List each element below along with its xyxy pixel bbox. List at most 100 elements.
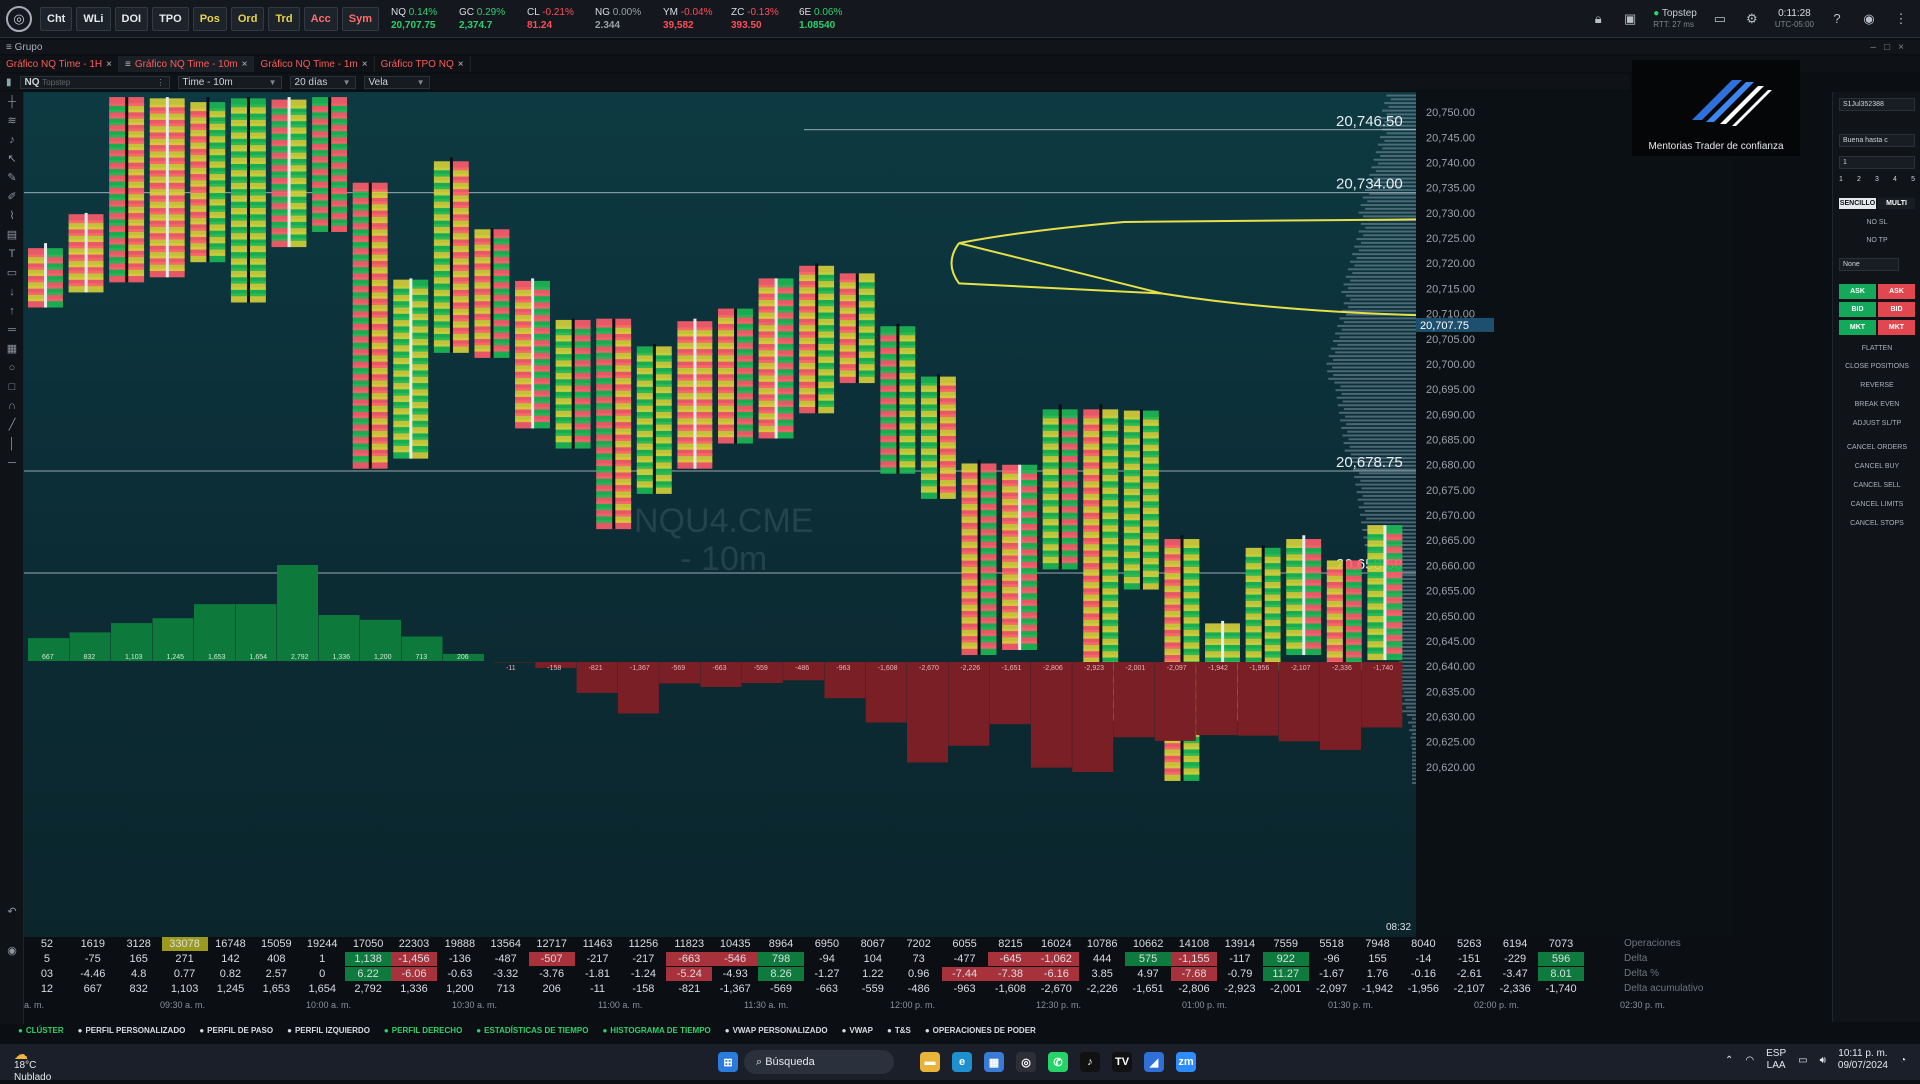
chat-icon[interactable]: ▭	[1711, 10, 1729, 28]
tab-2[interactable]: Gráfico NQ Time - 1m×	[254, 56, 374, 72]
panel-action-break-even[interactable]: BREAK EVEN	[1839, 398, 1915, 411]
candle[interactable]	[1164, 535, 1199, 781]
undo-tool-icon[interactable]: ↶	[0, 902, 24, 921]
indicator-toggle[interactable]: ●T&S	[887, 1026, 911, 1035]
rect-tool-icon[interactable]: □	[0, 377, 24, 396]
ticker-6e[interactable]: 6E 0.06%1.08540	[799, 6, 859, 32]
close-icon[interactable]: ×	[362, 59, 368, 70]
candle[interactable]	[69, 213, 104, 293]
candle[interactable]	[962, 460, 997, 655]
weather-widget[interactable]: ☁ 18°C Nublado	[14, 1048, 51, 1084]
store-icon[interactable]: ▦	[984, 1052, 1004, 1072]
notification-icon[interactable]: ◔	[1900, 1055, 1906, 1066]
candle[interactable]	[109, 97, 144, 282]
buy-bid-button[interactable]: BID	[1839, 302, 1876, 317]
taskbar-search[interactable]: ⌕ Búsqueda	[744, 1050, 894, 1074]
candle[interactable]	[515, 278, 550, 428]
sell-ask-button[interactable]: ASK	[1878, 284, 1915, 299]
toolbar-button-acc[interactable]: Acc	[304, 7, 338, 31]
group-menu-icon[interactable]: ≡	[6, 42, 15, 53]
close-icon[interactable]: ×	[242, 59, 248, 70]
symbol-select[interactable]: NQ Topstep ⋮	[20, 76, 170, 89]
quantity-preset[interactable]: 1	[1839, 176, 1843, 183]
atm-select[interactable]: None	[1839, 258, 1899, 271]
tab-3[interactable]: Gráfico TPO NQ×	[375, 56, 471, 72]
indicator-toggle[interactable]: ●VWAP PERSONALIZADO	[725, 1026, 828, 1035]
candle[interactable]	[840, 273, 875, 383]
tradingview-icon[interactable]: TV	[1112, 1052, 1132, 1072]
panel-action-cancel-limits[interactable]: CANCEL LIMITS	[1839, 498, 1915, 511]
candle[interactable]	[880, 324, 915, 474]
ticker-ym[interactable]: YM -0.04%39,582	[663, 6, 723, 32]
panel-action-cancel-orders[interactable]: CANCEL ORDERS	[1839, 441, 1915, 454]
panel-toggle-icon[interactable]: ▮	[6, 77, 12, 88]
quantity-input[interactable]: 1	[1839, 156, 1915, 169]
help-icon[interactable]: ?	[1828, 10, 1846, 28]
candle[interactable]	[312, 97, 347, 232]
indicator-toggle[interactable]: ●PERFIL DE PASO	[199, 1026, 273, 1035]
hline-tool-icon[interactable]: ─	[0, 453, 24, 472]
candle[interactable]	[1043, 404, 1078, 569]
ticker-gc[interactable]: GC 0.29%2,374.7	[459, 6, 519, 32]
range-select[interactable]: 20 días▼	[290, 76, 356, 89]
candle[interactable]	[190, 97, 225, 262]
cursor-tool-icon[interactable]: ↖	[0, 149, 24, 168]
note-tool-icon[interactable]: ▤	[0, 225, 24, 244]
group-window-controls[interactable]: –□×	[1871, 42, 1912, 53]
volume-icon[interactable]: 🔊︎	[1820, 1055, 1826, 1066]
sell-mkt-button[interactable]: MKT	[1878, 320, 1915, 335]
candle[interactable]	[799, 263, 834, 413]
panel-action-cancel-buy[interactable]: CANCEL BUY	[1839, 460, 1915, 473]
app-icon[interactable]: ◎	[1016, 1052, 1036, 1072]
buy-mkt-button[interactable]: MKT	[1839, 320, 1876, 335]
file-explorer-icon[interactable]: ▬	[920, 1052, 940, 1072]
candle[interactable]	[637, 344, 672, 494]
candle[interactable]	[1286, 535, 1321, 655]
toolbar-button-trd[interactable]: Trd	[268, 7, 299, 31]
box-tool-icon[interactable]: ▭	[0, 263, 24, 282]
windows-start-icon[interactable]: ⊞	[718, 1052, 738, 1072]
tab-0[interactable]: Gráfico NQ Time - 1H×	[0, 56, 119, 72]
arrow-down-tool-icon[interactable]: ↓	[0, 282, 24, 301]
quantity-preset[interactable]: 3	[1875, 176, 1879, 183]
eye-tool-icon[interactable]: ◉	[0, 941, 24, 960]
tif-select[interactable]: Buena hasta c	[1839, 134, 1915, 147]
language-indicator[interactable]: ESPLAA	[1766, 1048, 1786, 1072]
arrow-up-tool-icon[interactable]: ↑	[0, 301, 24, 320]
candle[interactable]	[353, 183, 388, 469]
no-sl-button[interactable]: NO SL	[1839, 216, 1915, 229]
edge-icon[interactable]: e	[952, 1052, 972, 1072]
quantity-preset[interactable]: 2	[1857, 176, 1861, 183]
panel-action-flatten[interactable]: FLATTEN	[1839, 342, 1915, 355]
indicator-toggle[interactable]: ●PERFIL PERSONALIZADO	[78, 1026, 186, 1035]
mode-single-button[interactable]: SENCILLO	[1839, 198, 1876, 209]
candle[interactable]	[718, 309, 753, 444]
candle[interactable]	[1124, 409, 1159, 589]
candle[interactable]	[434, 158, 469, 353]
indicator-toggle[interactable]: ●VWAP	[842, 1026, 873, 1035]
candle[interactable]	[231, 97, 266, 302]
taskbar-datetime[interactable]: 10:11 p. m.09/07/2024	[1838, 1048, 1888, 1072]
panel-action-adjust-sl-tp[interactable]: ADJUST SL/TP	[1839, 417, 1915, 430]
candle[interactable]	[921, 374, 956, 499]
tiktok-icon[interactable]: ♪	[1080, 1052, 1100, 1072]
price-chart[interactable]: 20,750.0020,745.0020,740.0020,735.0020,7…	[24, 92, 1734, 937]
toolbar-button-cht[interactable]: Cht	[40, 7, 72, 31]
ticker-nq[interactable]: NQ 0.14%20,707.75	[391, 6, 451, 32]
style-select[interactable]: Vela▼	[364, 76, 430, 89]
candle[interactable]	[596, 319, 631, 529]
indicator-toggle[interactable]: ●PERFIL IZQUIERDO	[287, 1026, 370, 1035]
candle[interactable]	[1367, 525, 1402, 660]
crosshair-tool-icon[interactable]: ┼	[0, 92, 24, 111]
close-icon[interactable]: ×	[458, 59, 464, 70]
text-tool-icon[interactable]: T	[0, 244, 24, 263]
layers-tool-icon[interactable]: ≋	[0, 111, 24, 130]
panel-action-close-positions[interactable]: CLOSE POSITIONS	[1839, 360, 1915, 373]
buy-ask-button[interactable]: ASK	[1839, 284, 1876, 299]
candle[interactable]	[556, 319, 591, 449]
ticker-ng[interactable]: NG 0.00%2.344	[595, 6, 655, 32]
candle[interactable]	[28, 243, 63, 307]
ticker-zc[interactable]: ZC -0.13%393.50	[731, 6, 791, 32]
candle[interactable]	[1002, 465, 1037, 650]
tab-1[interactable]: ≡Gráfico NQ Time - 10m×	[119, 56, 255, 72]
